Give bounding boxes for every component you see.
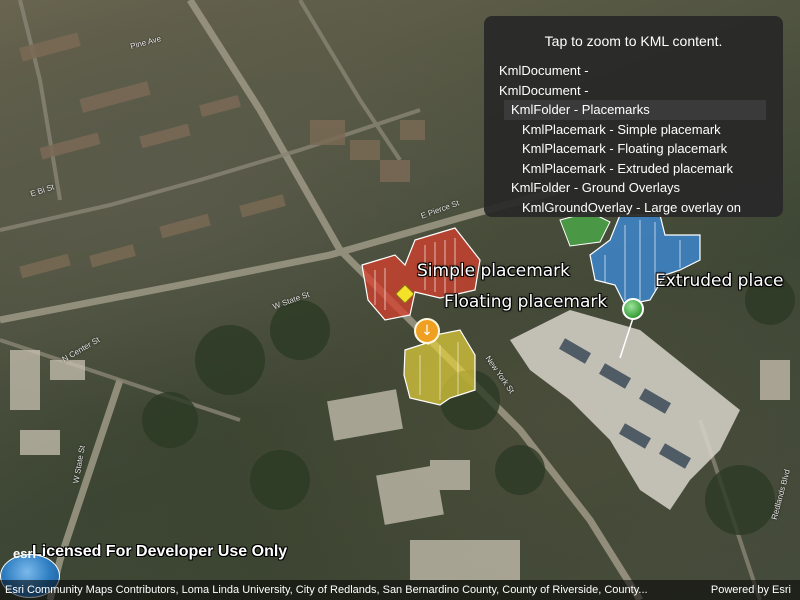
simple-placemark-label: Simple placemark [417, 261, 570, 281]
kml-tree-item[interactable]: KmlGroundOverlay - Large overlay on [484, 198, 783, 218]
floating-placemark-polygon[interactable] [403, 329, 476, 406]
kml-tree-item[interactable]: KmlPlacemark - Simple placemark [484, 120, 783, 140]
kml-tree-list[interactable]: KmlDocument - KmlDocument - KmlFolder - Pl… [484, 61, 783, 217]
kml-tree-item[interactable]: KmlDocument - [484, 61, 783, 81]
floating-placemark-label: Floating placemark [444, 292, 608, 312]
attribution-credits[interactable]: Esri Community Maps Contributors, Loma L… [5, 580, 695, 600]
kml-tree-item[interactable]: KmlFolder - Placemarks [504, 100, 766, 120]
kml-tree-item[interactable]: KmlFolder - Ground Overlays [484, 178, 783, 198]
powered-by-esri[interactable]: Powered by Esri [711, 580, 791, 600]
panel-hint: Tap to zoom to KML content. [544, 33, 723, 49]
kml-content-panel: Tap to zoom to KML content. KmlDocument … [484, 16, 783, 217]
extruded-placemark-label: Extruded place [655, 271, 784, 291]
esri-logo-text: esri [13, 546, 37, 561]
green-polygon[interactable] [559, 211, 611, 247]
extruded-placemark-globe-icon[interactable] [622, 298, 644, 320]
kml-tree-item[interactable]: KmlDocument - [484, 81, 783, 101]
kml-tree-item[interactable]: KmlPlacemark - Extruded placemark [484, 159, 783, 179]
floating-placemark-arrow-icon[interactable]: ↓ [414, 318, 440, 344]
kml-tree-item[interactable]: KmlPlacemark - Floating placemark [484, 139, 783, 159]
esri-logo: esri [0, 540, 62, 598]
developer-license-watermark: Licensed For Developer Use Only [32, 543, 288, 560]
attribution-bar[interactable]: Esri Community Maps Contributors, Loma L… [0, 580, 800, 600]
